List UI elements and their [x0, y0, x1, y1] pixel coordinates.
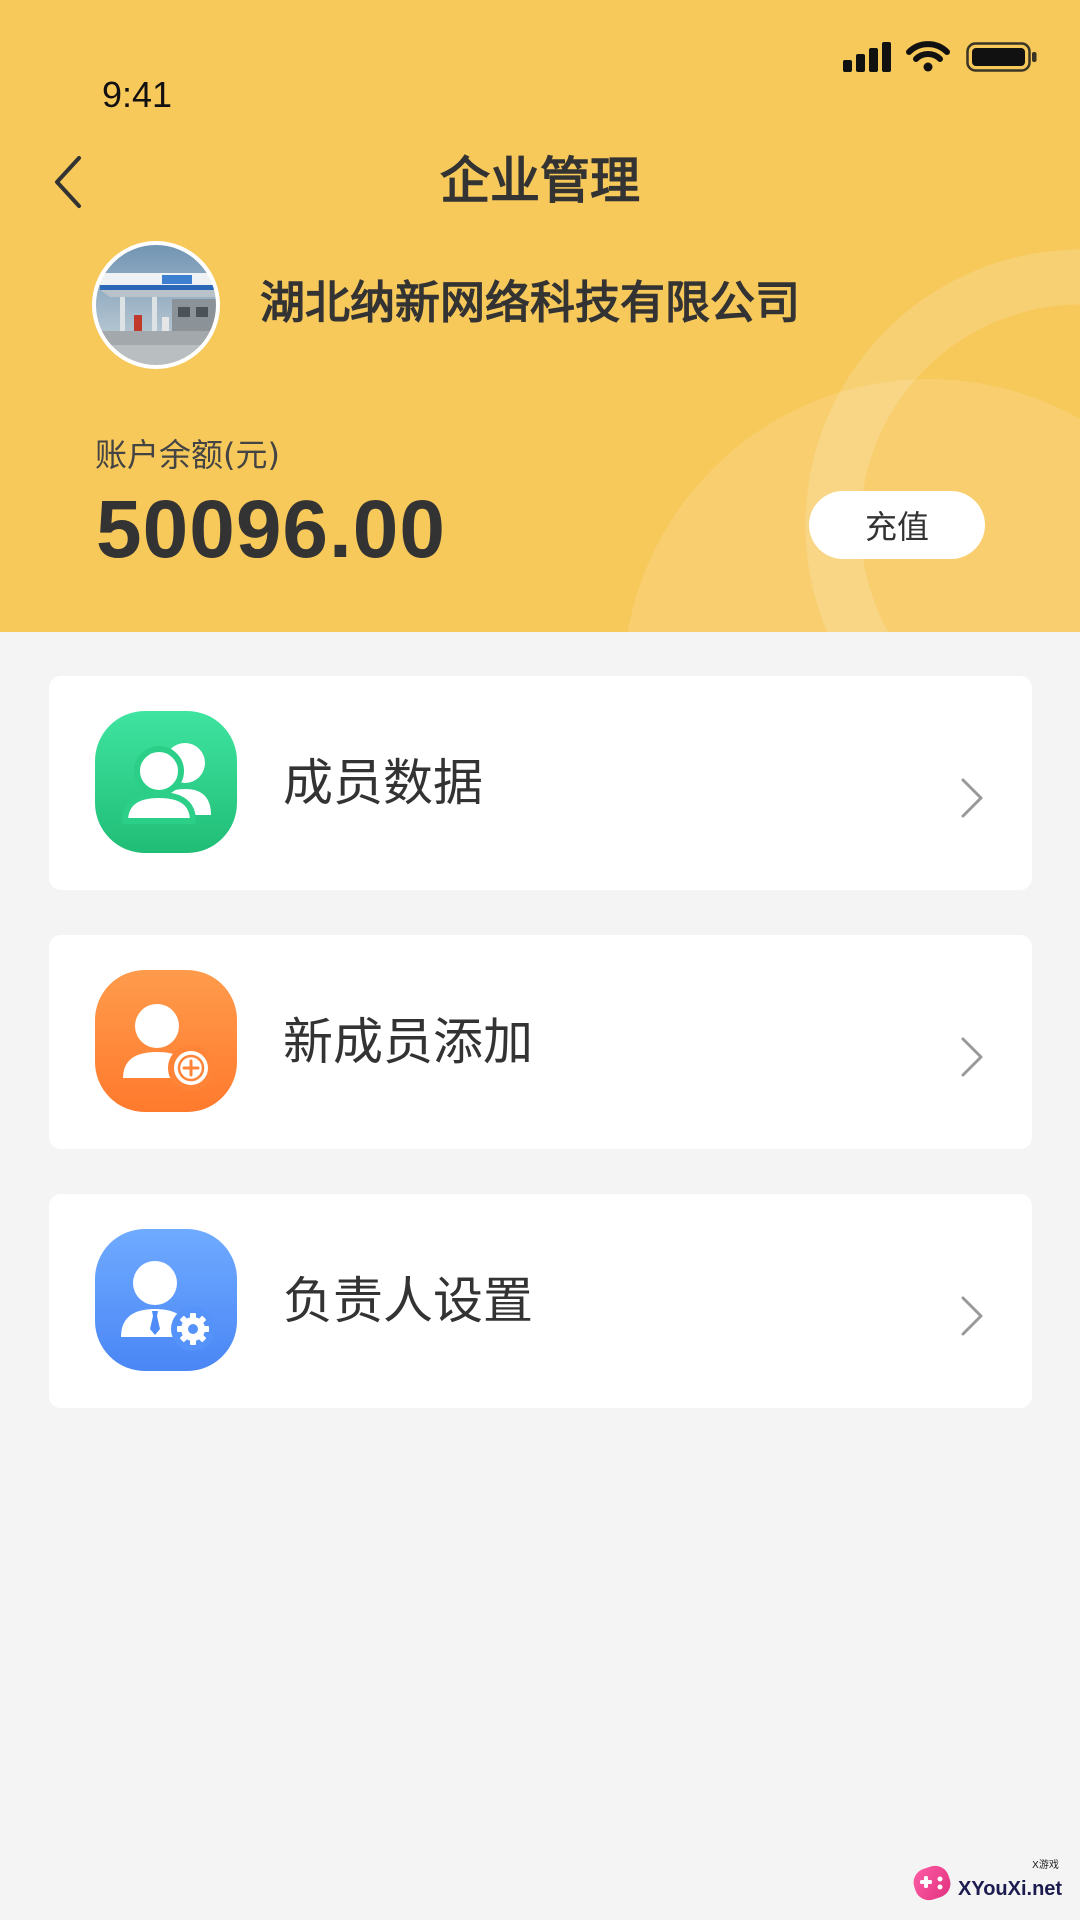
menu-item-label: 成员数据	[283, 754, 483, 812]
add-member-icon	[95, 970, 237, 1112]
members-icon	[95, 711, 237, 853]
watermark-site: XYouXi.net	[958, 1878, 1063, 1900]
wifi-icon	[906, 41, 950, 72]
watermark-brand: X游戏	[1032, 1860, 1059, 1871]
menu-item-manager-settings[interactable]: 负责人设置	[49, 1194, 1032, 1408]
menu-item-label: 新成员添加	[283, 1013, 533, 1071]
status-time: 9:41	[102, 74, 173, 115]
chevron-right-icon	[961, 778, 983, 818]
enterprise-management-screen: 9:41 企业管理 湖北纳新网络科技有限公司 账户余额(元) 50096.00 …	[0, 0, 1080, 1920]
chevron-right-icon	[961, 1296, 983, 1336]
balance-label: 账户余额(元)	[95, 436, 280, 474]
company-avatar	[92, 241, 220, 369]
company-name: 湖北纳新网络科技有限公司	[260, 276, 801, 329]
recharge-button[interactable]: 充值	[809, 491, 985, 559]
signal-icon	[843, 42, 891, 72]
menu-item-label: 负责人设置	[283, 1272, 533, 1330]
battery-icon	[966, 42, 1037, 72]
chevron-right-icon	[961, 1037, 983, 1077]
balance-amount: 50096.00	[96, 484, 447, 575]
menu-item-member-data[interactable]: 成员数据	[49, 676, 1032, 890]
page-title: 企业管理	[440, 152, 640, 210]
menu-item-add-member[interactable]: 新成员添加	[49, 935, 1032, 1149]
manager-settings-icon	[95, 1229, 237, 1371]
watermark-logo-icon	[913, 1865, 951, 1901]
header-panel: 9:41 企业管理 湖北纳新网络科技有限公司 账户余额(元) 50096.00 …	[0, 0, 1080, 632]
